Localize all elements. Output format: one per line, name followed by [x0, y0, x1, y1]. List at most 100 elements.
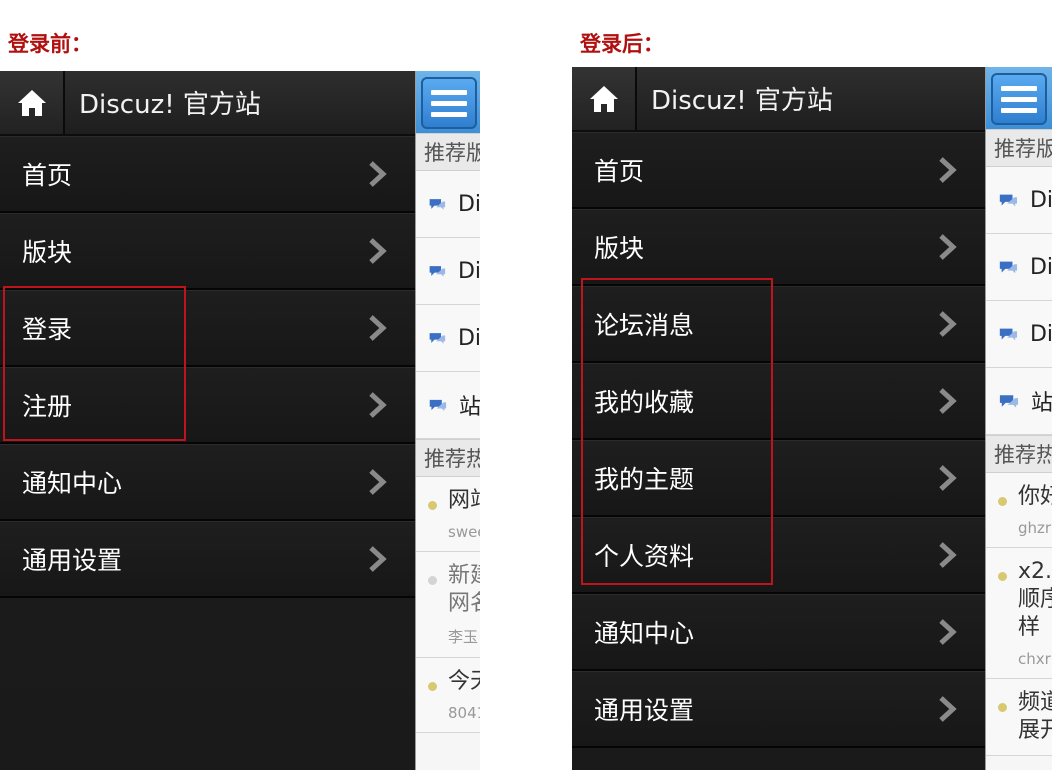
chevron-right-icon: [363, 160, 391, 188]
drawer-header: Discuz! 官方站: [0, 71, 415, 136]
chevron-right-icon: [933, 310, 961, 338]
bullet-dot-icon: [998, 703, 1007, 712]
menu-item-settings[interactable]: 通用设置: [0, 521, 415, 598]
section-header-recommended-forums: 推荐版: [416, 133, 480, 171]
chevron-right-icon: [363, 545, 391, 573]
thread-title-line: x2.: [1018, 559, 1052, 584]
thread-author: swee: [448, 523, 480, 541]
caption-before-login: 登录前：: [8, 32, 92, 56]
menu-item-label: 登录: [22, 315, 73, 344]
menu-item-home[interactable]: 首页: [0, 136, 415, 213]
menu-item-settings[interactable]: 通用设置: [572, 671, 985, 748]
chevron-right-icon: [933, 156, 961, 184]
forum-name: Di: [1029, 254, 1052, 280]
content-topbar: [986, 67, 1052, 129]
table-row[interactable]: 今天 8041: [416, 658, 480, 733]
chat-bubble-icon: [429, 266, 446, 277]
thread-title-line: 展开: [1018, 718, 1052, 743]
home-icon: [589, 85, 618, 112]
home-button[interactable]: [0, 71, 65, 134]
chat-bubble-icon: [429, 199, 446, 210]
home-button[interactable]: [572, 67, 637, 130]
menu-item-my-threads[interactable]: 我的主题: [572, 440, 985, 517]
menu-item-forums[interactable]: 版块: [0, 213, 415, 290]
thread-title: 你好: [1018, 484, 1052, 509]
bullet-dot-icon: [428, 682, 437, 691]
bullet-dot-icon: [998, 572, 1007, 581]
table-row[interactable]: 你好 ghzr: [986, 473, 1052, 548]
menu-item-label: 首页: [594, 157, 645, 186]
menu-item-forum-messages[interactable]: 论坛消息: [572, 286, 985, 363]
menu-item-label: 首页: [22, 161, 73, 190]
menu-item-forums[interactable]: 版块: [572, 209, 985, 286]
chevron-right-icon: [363, 314, 391, 342]
menu-toggle-button[interactable]: [991, 73, 1047, 125]
drawer-header: Discuz! 官方站: [572, 67, 985, 132]
menu-item-register[interactable]: 注册: [0, 367, 415, 444]
chevron-right-icon: [933, 541, 961, 569]
list-item[interactable]: Di: [416, 171, 480, 238]
chevron-right-icon: [933, 464, 961, 492]
chat-bubble-icon: [999, 328, 1018, 341]
chevron-right-icon: [933, 233, 961, 261]
menu-item-notifications[interactable]: 通知中心: [0, 444, 415, 521]
chevron-right-icon: [933, 618, 961, 646]
home-icon: [17, 89, 46, 116]
menu-item-label: 个人资料: [594, 542, 695, 571]
list-item[interactable]: Di: [416, 305, 480, 372]
menu-toggle-button[interactable]: [421, 77, 477, 129]
thread-author: 李玉: [448, 628, 479, 646]
forum-name: 站: [458, 395, 480, 420]
section-header-hot-threads: 推荐热: [416, 439, 480, 477]
menu-item-my-favorites[interactable]: 我的收藏: [572, 363, 985, 440]
table-row[interactable]: x2. 顺序 样 chxr: [986, 548, 1052, 679]
thread-title: 今天: [448, 669, 480, 694]
menu-item-label: 论坛消息: [594, 311, 695, 340]
chat-bubble-icon: [999, 261, 1018, 274]
chevron-right-icon: [933, 387, 961, 415]
thread-title: 网站: [448, 488, 480, 513]
thread-title-line: 顺序: [1018, 587, 1052, 612]
thread-author: 8041: [448, 704, 480, 722]
side-drawer-menu: Discuz! 官方站 首页 版块 论坛消息 我的收藏 我的主题 个人资料 通知…: [572, 67, 985, 770]
chevron-right-icon: [363, 468, 391, 496]
section-header-hot-threads: 推荐热: [986, 435, 1052, 473]
list-item[interactable]: Di: [986, 301, 1052, 368]
menu-item-label: 通用设置: [22, 546, 123, 575]
side-drawer-menu: Discuz! 官方站 首页 版块 登录 注册 通知中心 通用设置: [0, 71, 415, 770]
site-title: Discuz! 官方站: [79, 90, 261, 120]
chevron-right-icon: [363, 237, 391, 265]
thread-author: ghzr: [1018, 519, 1052, 537]
thread-title-line: 样: [1018, 615, 1041, 640]
forum-name: Di: [1029, 187, 1052, 213]
list-item[interactable]: 站: [416, 372, 480, 439]
menu-item-profile[interactable]: 个人资料: [572, 517, 985, 594]
forum-name: Di: [457, 258, 480, 284]
bullet-dot-icon: [998, 497, 1007, 506]
menu-item-home[interactable]: 首页: [572, 132, 985, 209]
section-header-recommended-forums: 推荐版: [986, 129, 1052, 167]
chat-bubble-icon: [429, 399, 447, 412]
bullet-dot-icon: [428, 501, 437, 510]
menu-item-label: 通知中心: [22, 469, 123, 498]
list-item[interactable]: Di: [986, 167, 1052, 234]
menu-item-login[interactable]: 登录: [0, 290, 415, 367]
table-row[interactable]: 网站 swee: [416, 477, 480, 552]
menu-item-label: 我的收藏: [594, 388, 695, 417]
menu-item-notifications[interactable]: 通知中心: [572, 594, 985, 671]
chat-bubble-icon: [429, 333, 446, 344]
table-row[interactable]: 新建 网名 李玉: [416, 552, 480, 658]
list-item[interactable]: Di: [416, 238, 480, 305]
phone-screen-before-login: Discuz! 官方站 首页 版块 登录 注册 通知中心 通用设置 推荐 Di …: [0, 71, 480, 770]
menu-item-label: 版块: [594, 234, 645, 263]
chevron-right-icon: [933, 695, 961, 723]
list-item[interactable]: Di: [986, 234, 1052, 301]
menu-item-label: 我的主题: [594, 465, 695, 494]
list-item[interactable]: 站: [986, 368, 1052, 435]
menu-item-label: 版块: [22, 238, 73, 267]
content-panel-peek: 推荐版 Di Di Di 站 推荐热 你好 ghzr x2. 顺序 样 chx: [985, 67, 1052, 770]
forum-name: Di: [457, 191, 480, 217]
thread-title-line: 新建: [448, 563, 480, 588]
content-topbar: [416, 71, 480, 133]
table-row[interactable]: 频道 展开: [986, 679, 1052, 756]
